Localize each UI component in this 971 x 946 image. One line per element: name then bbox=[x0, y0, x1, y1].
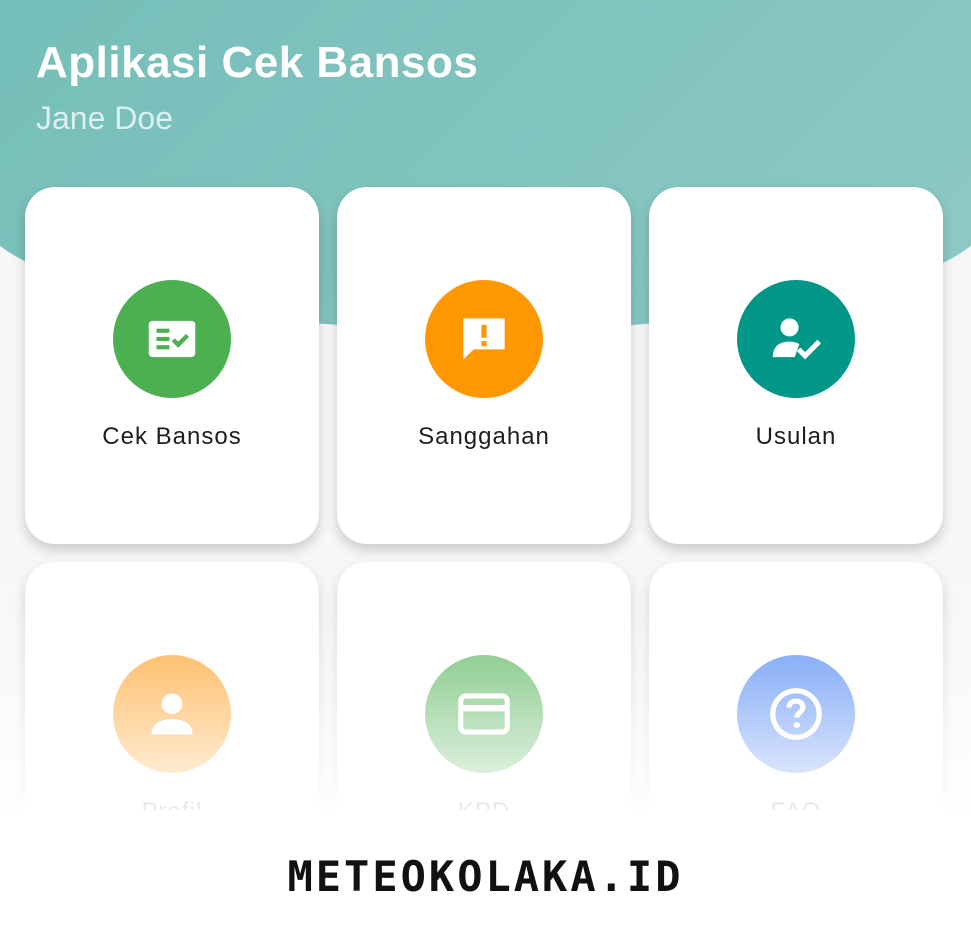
credit-card-icon bbox=[425, 655, 543, 773]
user-check-icon bbox=[737, 280, 855, 398]
user-name: Jane Doe bbox=[36, 100, 173, 136]
menu-grid: Cek Bansos Sanggahan Usulan bbox=[25, 187, 943, 810]
app-screen: Aplikasi Cek Bansos Jane Doe Cek Bansos bbox=[0, 0, 971, 810]
menu-label: KPD bbox=[337, 798, 631, 810]
menu-card-faq[interactable]: FAQ bbox=[649, 562, 943, 810]
menu-label: Sanggahan bbox=[418, 423, 550, 450]
app-title: Aplikasi Cek Bansos bbox=[36, 38, 479, 87]
feedback-alert-icon bbox=[425, 280, 543, 398]
menu-label: Cek Bansos bbox=[102, 423, 242, 450]
menu-label: FAQ bbox=[649, 798, 943, 810]
menu-card-profil[interactable]: Profil bbox=[25, 562, 319, 810]
menu-card-cek-bansos[interactable]: Cek Bansos bbox=[25, 187, 319, 544]
menu-label: Usulan bbox=[755, 423, 837, 450]
person-icon bbox=[113, 655, 231, 773]
menu-label: Profil bbox=[25, 798, 319, 810]
menu-card-usulan[interactable]: Usulan bbox=[649, 187, 943, 544]
help-circle-icon bbox=[737, 655, 855, 773]
menu-card-sanggahan[interactable]: Sanggahan bbox=[337, 187, 631, 544]
watermark-text: METEOKOLAKA.ID bbox=[287, 852, 684, 901]
menu-card-kpd[interactable]: KPD bbox=[337, 562, 631, 810]
checklist-icon bbox=[113, 280, 231, 398]
